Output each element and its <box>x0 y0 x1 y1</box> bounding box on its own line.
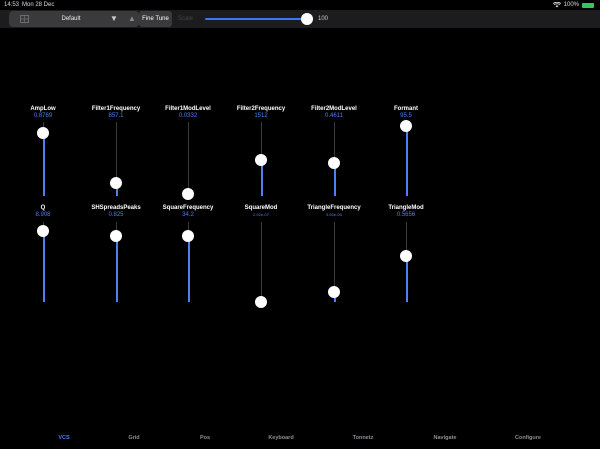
tab-keyboard[interactable]: Keyboard <box>251 430 311 446</box>
slider-fill-amp-low <box>42 133 45 196</box>
slider-fill-q <box>42 230 45 302</box>
tab-pos[interactable]: Pos <box>175 430 235 446</box>
slider-label-formant: Formant <box>394 106 418 112</box>
slider-label-shspreads-peaks: SHSpreadsPeaks <box>91 205 141 211</box>
slider-value-q: 8.908 <box>35 212 51 218</box>
slider-label-filter1-frequency: Filter1Frequency <box>91 106 141 112</box>
tab-grid[interactable]: Grid <box>104 430 164 446</box>
slider-label-square-frequency: SquareFrequency <box>162 205 214 211</box>
slider-thumb-square-frequency[interactable] <box>182 230 194 243</box>
tab-configure[interactable]: Configure <box>498 430 558 446</box>
tab-tonnetz[interactable]: Tonnetz <box>333 430 393 446</box>
vcs-slider-panel: AmpLow 0.8769 Filter1Frequency 857.1 Filter1… <box>0 0 600 440</box>
slider-thumb-amp-low[interactable] <box>37 127 49 140</box>
slider-label-square-mod: SquareMod <box>244 205 278 211</box>
slider-label-filter1-mod-level: Filter1ModLevel <box>165 106 211 112</box>
slider-value-formant: 95.5 <box>400 113 412 119</box>
tab-bar: VCS Grid Pos Keyboard Tonnetz Navigate Configu… <box>0 430 600 446</box>
slider-track-square-mod[interactable] <box>261 222 262 302</box>
slider-thumb-shspreads-peaks[interactable] <box>110 230 122 243</box>
slider-value-square-mod: 2.92e-07 <box>253 212 269 217</box>
slider-label-q: Q <box>40 205 46 211</box>
slider-label-amp-low: AmpLow <box>30 106 56 112</box>
slider-label-triangle-mod: TriangleMod <box>388 205 424 211</box>
slider-value-filter2-mod-level: 0.4611 <box>325 113 343 119</box>
slider-thumb-filter2-mod-level[interactable] <box>328 156 340 169</box>
slider-value-triangle-frequency: 5.60e-05 <box>326 212 342 217</box>
slider-thumb-triangle-mod[interactable] <box>400 250 412 263</box>
slider-track-triangle-mod[interactable] <box>405 222 408 302</box>
slider-thumb-formant[interactable] <box>400 119 412 132</box>
slider-thumb-filter2-frequency[interactable] <box>255 154 267 167</box>
slider-track-filter1-mod-level[interactable] <box>187 122 190 196</box>
slider-label-filter2-frequency: Filter2Frequency <box>236 106 286 112</box>
slider-fill-shspreads-peaks <box>115 236 118 302</box>
slider-thumb-triangle-frequency[interactable] <box>328 286 340 299</box>
slider-fill-formant <box>405 125 408 196</box>
slider-label-filter2-mod-level: Filter2ModLevel <box>311 106 357 112</box>
slider-fill-square-frequency <box>187 236 190 302</box>
slider-value-shspreads-peaks: 0.825 <box>108 212 124 218</box>
slider-value-filter2-frequency: 1512 <box>254 113 268 119</box>
slider-value-square-frequency: 34.2 <box>182 212 194 218</box>
slider-thumb-square-mod[interactable] <box>255 296 267 308</box>
slider-label-triangle-frequency: TriangleFrequency <box>307 205 361 211</box>
slider-value-filter1-frequency: 857.1 <box>108 113 124 119</box>
slider-value-triangle-mod: 0.5656 <box>396 212 416 218</box>
slider-thumb-q[interactable] <box>37 224 49 237</box>
slider-track-formant[interactable] <box>405 122 408 196</box>
slider-thumb-filter1-mod-level[interactable] <box>182 187 194 200</box>
tab-navigate[interactable]: Navigate <box>415 430 475 446</box>
slider-value-amp-low: 0.8769 <box>33 113 53 119</box>
slider-thumb-filter1-frequency[interactable] <box>110 177 122 190</box>
slider-fill-triangle-mod <box>405 256 408 302</box>
slider-value-filter1-mod-level: 0.0332 <box>178 113 198 119</box>
tab-vcs[interactable]: VCS <box>34 430 94 446</box>
